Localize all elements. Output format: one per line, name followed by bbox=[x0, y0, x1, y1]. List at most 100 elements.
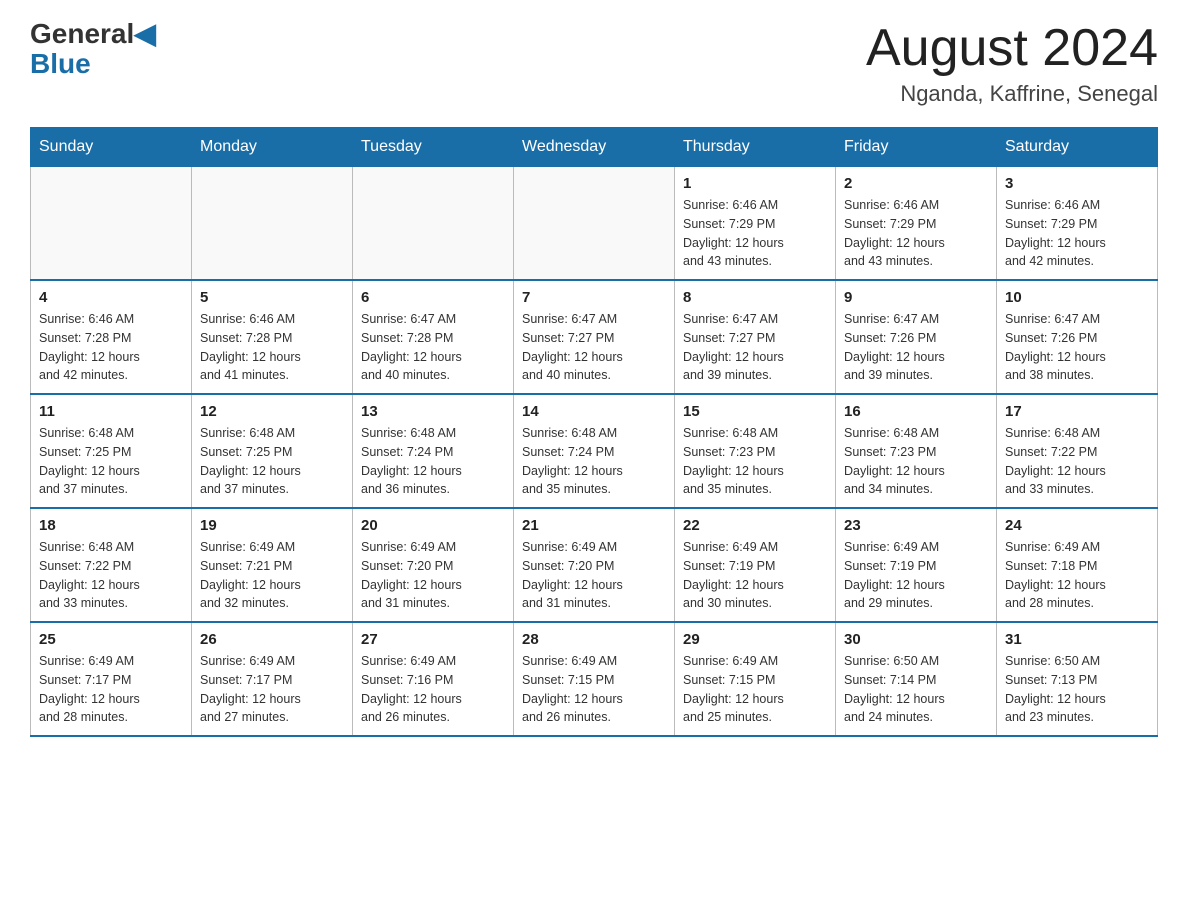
calendar-cell: 23Sunrise: 6:49 AMSunset: 7:19 PMDayligh… bbox=[836, 508, 997, 622]
logo-general-text: General◀ bbox=[30, 18, 156, 49]
location-text: Nganda, Kaffrine, Senegal bbox=[866, 81, 1158, 107]
day-info: Sunrise: 6:48 AMSunset: 7:22 PMDaylight:… bbox=[39, 538, 183, 613]
month-title: August 2024 bbox=[866, 20, 1158, 77]
day-number: 18 bbox=[39, 517, 183, 534]
calendar-cell: 7 Sunrise: 6:47 AMSunset: 7:27 PMDaylight… bbox=[514, 280, 675, 394]
calendar-cell: 9 Sunrise: 6:47 AMSunset: 7:26 PMDaylight… bbox=[836, 280, 997, 394]
day-number: 30 bbox=[844, 631, 988, 648]
day-number: 22 bbox=[683, 517, 827, 534]
calendar-cell: 15Sunrise: 6:48 AMSunset: 7:23 PMDayligh… bbox=[675, 394, 836, 508]
page-header: General◀ Blue August 2024 Nganda, Kaffri… bbox=[30, 20, 1158, 107]
day-info: Sunrise: 6:47 AMSunset: 7:26 PMDaylight:… bbox=[844, 310, 988, 385]
day-number: 4 bbox=[39, 289, 183, 306]
calendar-week-1: 1Sunrise: 6:46 AMSunset: 7:29 PMDaylight… bbox=[31, 167, 1158, 281]
calendar-cell: 12Sunrise: 6:48 AMSunset: 7:25 PMDayligh… bbox=[192, 394, 353, 508]
calendar-cell bbox=[353, 167, 514, 281]
calendar-cell bbox=[31, 167, 192, 281]
calendar-week-2: 4Sunrise: 6:46 AMSunset: 7:28 PMDaylight… bbox=[31, 280, 1158, 394]
day-info: Sunrise: 6:48 AMSunset: 7:24 PMDaylight:… bbox=[361, 424, 505, 499]
day-info: Sunrise: 6:48 AMSunset: 7:23 PMDaylight:… bbox=[683, 424, 827, 499]
calendar-cell: 14 Sunrise: 6:48 AMSunset: 7:24 PMDayligh… bbox=[514, 394, 675, 508]
title-section: August 2024 Nganda, Kaffrine, Senegal bbox=[866, 20, 1158, 107]
day-number: 5 bbox=[200, 289, 344, 306]
col-wednesday: Wednesday bbox=[514, 128, 675, 167]
day-number: 16 bbox=[844, 403, 988, 420]
logo-blue-line: Blue bbox=[30, 48, 91, 80]
day-info: Sunrise: 6:49 AMSunset: 7:20 PMDaylight:… bbox=[361, 538, 505, 613]
day-info: Sunrise: 6:49 AMSunset: 7:20 PMDaylight:… bbox=[522, 538, 666, 613]
col-saturday: Saturday bbox=[997, 128, 1158, 167]
calendar-header: Sunday Monday Tuesday Wednesday Thursday… bbox=[31, 128, 1158, 167]
day-info: Sunrise: 6:49 AMSunset: 7:21 PMDaylight:… bbox=[200, 538, 344, 613]
col-thursday: Thursday bbox=[675, 128, 836, 167]
day-info: Sunrise: 6:50 AMSunset: 7:13 PMDaylight:… bbox=[1005, 652, 1149, 727]
calendar-table: Sunday Monday Tuesday Wednesday Thursday… bbox=[30, 127, 1158, 737]
day-info: Sunrise: 6:50 AMSunset: 7:14 PMDaylight:… bbox=[844, 652, 988, 727]
day-info: Sunrise: 6:49 AMSunset: 7:15 PMDaylight:… bbox=[522, 652, 666, 727]
day-number: 21 bbox=[522, 517, 666, 534]
calendar-cell: 29 Sunrise: 6:49 AMSunset: 7:15 PMDayligh… bbox=[675, 622, 836, 736]
day-number: 29 bbox=[683, 631, 827, 648]
day-number: 11 bbox=[39, 403, 183, 420]
calendar-cell: 31 Sunrise: 6:50 AMSunset: 7:13 PMDayligh… bbox=[997, 622, 1158, 736]
day-number: 7 bbox=[522, 289, 666, 306]
calendar-cell: 18 Sunrise: 6:48 AMSunset: 7:22 PMDayligh… bbox=[31, 508, 192, 622]
day-info: Sunrise: 6:46 AMSunset: 7:29 PMDaylight:… bbox=[683, 196, 827, 271]
calendar-cell: 24 Sunrise: 6:49 AMSunset: 7:18 PMDayligh… bbox=[997, 508, 1158, 622]
day-info: Sunrise: 6:48 AMSunset: 7:24 PMDaylight:… bbox=[522, 424, 666, 499]
calendar-cell: 6Sunrise: 6:47 AMSunset: 7:28 PMDaylight… bbox=[353, 280, 514, 394]
day-info: Sunrise: 6:49 AMSunset: 7:17 PMDaylight:… bbox=[39, 652, 183, 727]
calendar-cell: 10 Sunrise: 6:47 AMSunset: 7:26 PMDayligh… bbox=[997, 280, 1158, 394]
day-info: Sunrise: 6:48 AMSunset: 7:22 PMDaylight:… bbox=[1005, 424, 1149, 499]
day-info: Sunrise: 6:49 AMSunset: 7:15 PMDaylight:… bbox=[683, 652, 827, 727]
calendar-cell: 16 Sunrise: 6:48 AMSunset: 7:23 PMDayligh… bbox=[836, 394, 997, 508]
day-info: Sunrise: 6:49 AMSunset: 7:18 PMDaylight:… bbox=[1005, 538, 1149, 613]
logo-triangle-icon: ◀ bbox=[134, 18, 156, 49]
calendar-cell: 19 Sunrise: 6:49 AMSunset: 7:21 PMDayligh… bbox=[192, 508, 353, 622]
col-friday: Friday bbox=[836, 128, 997, 167]
calendar-week-4: 18 Sunrise: 6:48 AMSunset: 7:22 PMDayligh… bbox=[31, 508, 1158, 622]
col-monday: Monday bbox=[192, 128, 353, 167]
day-number: 19 bbox=[200, 517, 344, 534]
calendar-cell: 4Sunrise: 6:46 AMSunset: 7:28 PMDaylight… bbox=[31, 280, 192, 394]
logo: General◀ Blue bbox=[30, 20, 156, 80]
logo-general-line: General◀ bbox=[30, 20, 156, 48]
calendar-cell: 5Sunrise: 6:46 AMSunset: 7:28 PMDaylight… bbox=[192, 280, 353, 394]
day-info: Sunrise: 6:47 AMSunset: 7:26 PMDaylight:… bbox=[1005, 310, 1149, 385]
day-number: 8 bbox=[683, 289, 827, 306]
calendar-week-3: 11 Sunrise: 6:48 AMSunset: 7:25 PMDayligh… bbox=[31, 394, 1158, 508]
calendar-body: 1Sunrise: 6:46 AMSunset: 7:29 PMDaylight… bbox=[31, 167, 1158, 737]
day-number: 17 bbox=[1005, 403, 1149, 420]
day-info: Sunrise: 6:47 AMSunset: 7:27 PMDaylight:… bbox=[522, 310, 666, 385]
day-number: 24 bbox=[1005, 517, 1149, 534]
calendar-cell bbox=[192, 167, 353, 281]
day-number: 27 bbox=[361, 631, 505, 648]
calendar-cell: 22Sunrise: 6:49 AMSunset: 7:19 PMDayligh… bbox=[675, 508, 836, 622]
day-number: 3 bbox=[1005, 175, 1149, 192]
day-number: 26 bbox=[200, 631, 344, 648]
day-info: Sunrise: 6:46 AMSunset: 7:29 PMDaylight:… bbox=[1005, 196, 1149, 271]
day-number: 2 bbox=[844, 175, 988, 192]
calendar-cell: 2 Sunrise: 6:46 AMSunset: 7:29 PMDaylight… bbox=[836, 167, 997, 281]
day-number: 14 bbox=[522, 403, 666, 420]
day-info: Sunrise: 6:48 AMSunset: 7:25 PMDaylight:… bbox=[200, 424, 344, 499]
day-info: Sunrise: 6:47 AMSunset: 7:27 PMDaylight:… bbox=[683, 310, 827, 385]
day-info: Sunrise: 6:48 AMSunset: 7:23 PMDaylight:… bbox=[844, 424, 988, 499]
day-number: 10 bbox=[1005, 289, 1149, 306]
calendar-cell: 28Sunrise: 6:49 AMSunset: 7:15 PMDayligh… bbox=[514, 622, 675, 736]
day-number: 20 bbox=[361, 517, 505, 534]
day-info: Sunrise: 6:49 AMSunset: 7:19 PMDaylight:… bbox=[844, 538, 988, 613]
day-info: Sunrise: 6:47 AMSunset: 7:28 PMDaylight:… bbox=[361, 310, 505, 385]
calendar-cell: 3 Sunrise: 6:46 AMSunset: 7:29 PMDaylight… bbox=[997, 167, 1158, 281]
day-number: 9 bbox=[844, 289, 988, 306]
calendar-cell: 1Sunrise: 6:46 AMSunset: 7:29 PMDaylight… bbox=[675, 167, 836, 281]
day-number: 13 bbox=[361, 403, 505, 420]
calendar-cell bbox=[514, 167, 675, 281]
col-sunday: Sunday bbox=[31, 128, 192, 167]
day-info: Sunrise: 6:46 AMSunset: 7:29 PMDaylight:… bbox=[844, 196, 988, 271]
day-number: 31 bbox=[1005, 631, 1149, 648]
calendar-cell: 27Sunrise: 6:49 AMSunset: 7:16 PMDayligh… bbox=[353, 622, 514, 736]
calendar-cell: 26Sunrise: 6:49 AMSunset: 7:17 PMDayligh… bbox=[192, 622, 353, 736]
calendar-cell: 11Sunrise: 6:48 AMSunset: 7:25 PMDayligh… bbox=[31, 394, 192, 508]
calendar-cell: 21 Sunrise: 6:49 AMSunset: 7:20 PMDayligh… bbox=[514, 508, 675, 622]
